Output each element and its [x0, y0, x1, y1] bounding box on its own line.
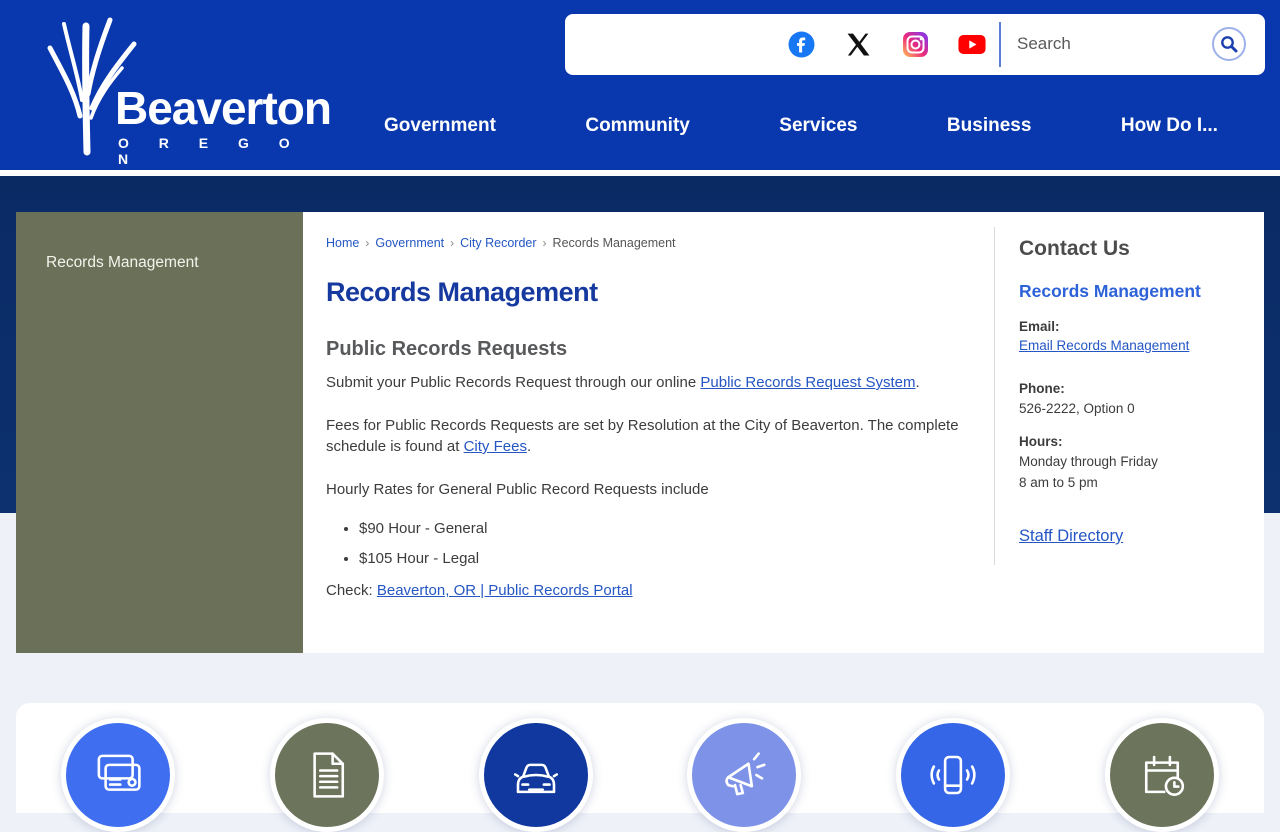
left-sidebar: Records Management [16, 212, 303, 653]
contact-us-panel: Contact Us Records Management Email: Ema… [994, 227, 1264, 565]
hours-days: Monday through Friday [1019, 454, 1158, 469]
breadcrumb-current-page: Records Management [552, 236, 676, 250]
quicklink-payments[interactable] [61, 718, 175, 832]
announcements-icon [725, 752, 766, 796]
hourly-rates-list: $90 Hour - General $105 Hour - Legal [359, 520, 966, 567]
nav-item-how-do-i[interactable]: How Do I... [1121, 115, 1218, 137]
payments-icon [97, 754, 141, 791]
hours-label: Hours: [1019, 434, 1063, 449]
email-records-management-link[interactable]: Email Records Management [1019, 338, 1189, 353]
paragraph-text: Fees for Public Records Requests are set… [326, 417, 959, 455]
paragraph-check-portal: Check: Beaverton, OR | Public Records Po… [326, 580, 966, 601]
search-input[interactable] [1017, 29, 1207, 59]
contact-department-link[interactable]: Records Management [1019, 281, 1254, 302]
main-navigation: Government Community Services Business H… [384, 115, 1218, 137]
search-icon [1221, 36, 1238, 53]
public-records-portal-link[interactable]: Beaverton, OR | Public Records Portal [377, 582, 633, 599]
quicklink-announcements[interactable] [687, 718, 802, 832]
documents-icon [313, 752, 344, 798]
main-content: Home › Government › City Recorder › Reco… [303, 212, 994, 653]
youtube-icon[interactable] [958, 31, 986, 59]
breadcrumb-separator: › [542, 236, 547, 250]
quicklink-documents[interactable] [269, 718, 384, 832]
paragraph-hourly-rates: Hourly Rates for General Public Record R… [326, 481, 709, 498]
instagram-icon[interactable] [901, 31, 929, 59]
vehicle-icon [513, 763, 558, 794]
mobile-alerts-icon [930, 755, 976, 795]
quick-links-bar [16, 703, 1264, 832]
content-card: Home › Government › City Recorder › Reco… [303, 212, 1264, 653]
phone-value: 526-2222, Option 0 [1019, 401, 1135, 416]
contact-us-heading: Contact Us [1019, 237, 1130, 260]
breadcrumb-separator: › [365, 236, 370, 250]
quicklink-mobile-alerts[interactable] [896, 718, 1011, 832]
nav-item-services[interactable]: Services [779, 115, 857, 137]
calendar-icon [1144, 755, 1185, 796]
paragraph-text: . [526, 438, 532, 455]
beaverton-logo[interactable]: Beaverton O R E G O N [30, 14, 332, 167]
logo-city-name: Beaverton [115, 82, 332, 134]
search-submit-button[interactable] [1212, 27, 1246, 61]
quicklink-vehicle[interactable] [478, 718, 593, 832]
search-divider [999, 22, 1001, 67]
quicklink-calendar[interactable] [1104, 718, 1219, 832]
social-links [787, 14, 986, 75]
facebook-icon[interactable] [787, 31, 815, 59]
sidebar-item-records-management[interactable]: Records Management [16, 212, 303, 272]
site-header: Beaverton O R E G O N Search Government … [0, 0, 1280, 170]
page-title: Records Management [326, 277, 598, 307]
email-label: Email: [1019, 319, 1060, 334]
breadcrumb-city-recorder[interactable]: City Recorder [460, 236, 536, 250]
phone-label: Phone: [1019, 381, 1065, 396]
city-fees-link[interactable]: City Fees [464, 438, 527, 455]
list-item: $105 Hour - Legal [359, 550, 966, 567]
list-item: $90 Hour - General [359, 520, 966, 537]
staff-directory-link[interactable]: Staff Directory [1019, 527, 1123, 546]
paragraph-text: . [915, 374, 920, 391]
nav-item-business[interactable]: Business [947, 115, 1031, 137]
x-icon[interactable] [844, 31, 872, 59]
hours-times: 8 am to 5 pm [1019, 475, 1098, 490]
nav-item-community[interactable]: Community [585, 115, 690, 137]
nav-item-government[interactable]: Government [384, 115, 496, 137]
public-records-request-system-link[interactable]: Public Records Request System [700, 374, 915, 391]
breadcrumb-home[interactable]: Home [326, 236, 359, 250]
paragraph-text: Check: [326, 582, 377, 599]
logo-text: Beaverton O R E G O N [115, 82, 332, 167]
paragraph-fees: Fees for Public Records Requests are set… [326, 415, 966, 457]
breadcrumb: Home › Government › City Recorder › Reco… [326, 236, 966, 250]
breadcrumb-government[interactable]: Government [375, 236, 444, 250]
breadcrumb-separator: › [450, 236, 455, 250]
section-heading: Public Records Requests [326, 338, 568, 360]
search-bar [565, 14, 1265, 75]
logo-state-name: O R E G O N [118, 135, 303, 167]
paragraph-text: Submit your Public Records Request throu… [326, 374, 701, 391]
paragraph-submit-request: Submit your Public Records Request throu… [326, 372, 966, 393]
